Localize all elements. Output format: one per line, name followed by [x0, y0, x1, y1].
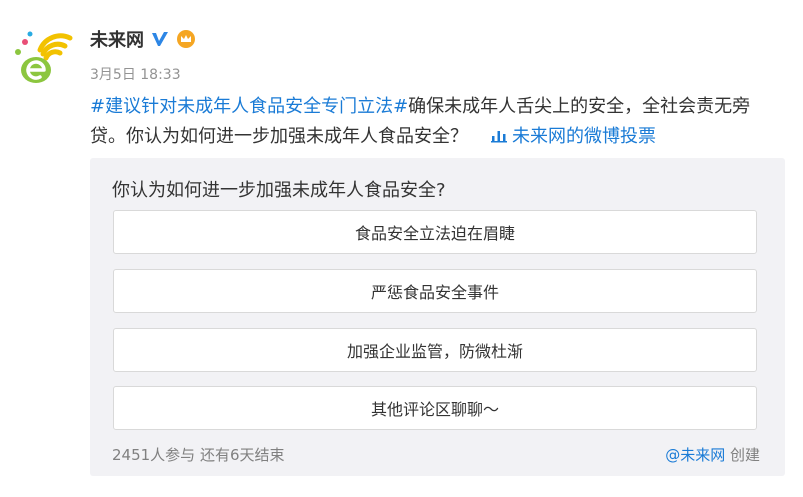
poll-question: 你认为如何进一步加强未成年人食品安全?	[112, 180, 446, 201]
member-crown-icon[interactable]	[176, 29, 196, 49]
poll-option-1[interactable]: 食品安全立法迫在眉睫	[113, 210, 757, 254]
author-name[interactable]: 未来网	[90, 26, 144, 52]
poll-option-label: 严惩食品安全事件	[370, 283, 499, 302]
avatar[interactable]	[10, 20, 80, 90]
poll-option-label: 加强企业监管，防微杜渐	[346, 342, 523, 361]
vote-chart-icon	[490, 124, 508, 143]
timestamp[interactable]: 3月5日 18:33	[90, 64, 196, 84]
author-row: 未来网	[90, 26, 196, 52]
vote-link-label: 未来网的微博投票	[512, 126, 656, 147]
poll-option-4[interactable]: 其他评论区聊聊～	[113, 386, 757, 430]
weibo-post: 未来网 3月5日 18:33 #建议针对未成年人食品安全专门立法#确保未成年人舌…	[0, 0, 803, 497]
vote-link[interactable]: 未来网的微博投票	[490, 126, 656, 147]
poll-creator: @未来网 创建	[665, 444, 760, 465]
poll-option-3[interactable]: 加强企业监管，防微杜渐	[113, 328, 757, 372]
poll-card: 你认为如何进一步加强未成年人食品安全? 食品安全立法迫在眉睫 严惩食品安全事件 …	[90, 158, 785, 476]
poll-option-label: 食品安全立法迫在眉睫	[354, 224, 515, 243]
verified-icon[interactable]	[150, 29, 170, 49]
post-content: #建议针对未成年人食品安全专门立法#确保未成年人舌尖上的安全，全社会责无旁贷。你…	[90, 92, 780, 152]
author-block: 未来网 3月5日 18:33	[90, 26, 196, 84]
creator-link[interactable]: @未来网	[665, 446, 725, 464]
poll-stats: 2451人参与 还有6天结束	[112, 446, 285, 464]
poll-option-label: 其他评论区聊聊～	[370, 400, 499, 419]
poll-option-2[interactable]: 严惩食品安全事件	[113, 269, 757, 313]
hashtag-link[interactable]: #建议针对未成年人食品安全专门立法#	[90, 96, 408, 117]
creator-suffix: 创建	[725, 446, 760, 464]
avatar-logo-icon	[15, 31, 73, 83]
